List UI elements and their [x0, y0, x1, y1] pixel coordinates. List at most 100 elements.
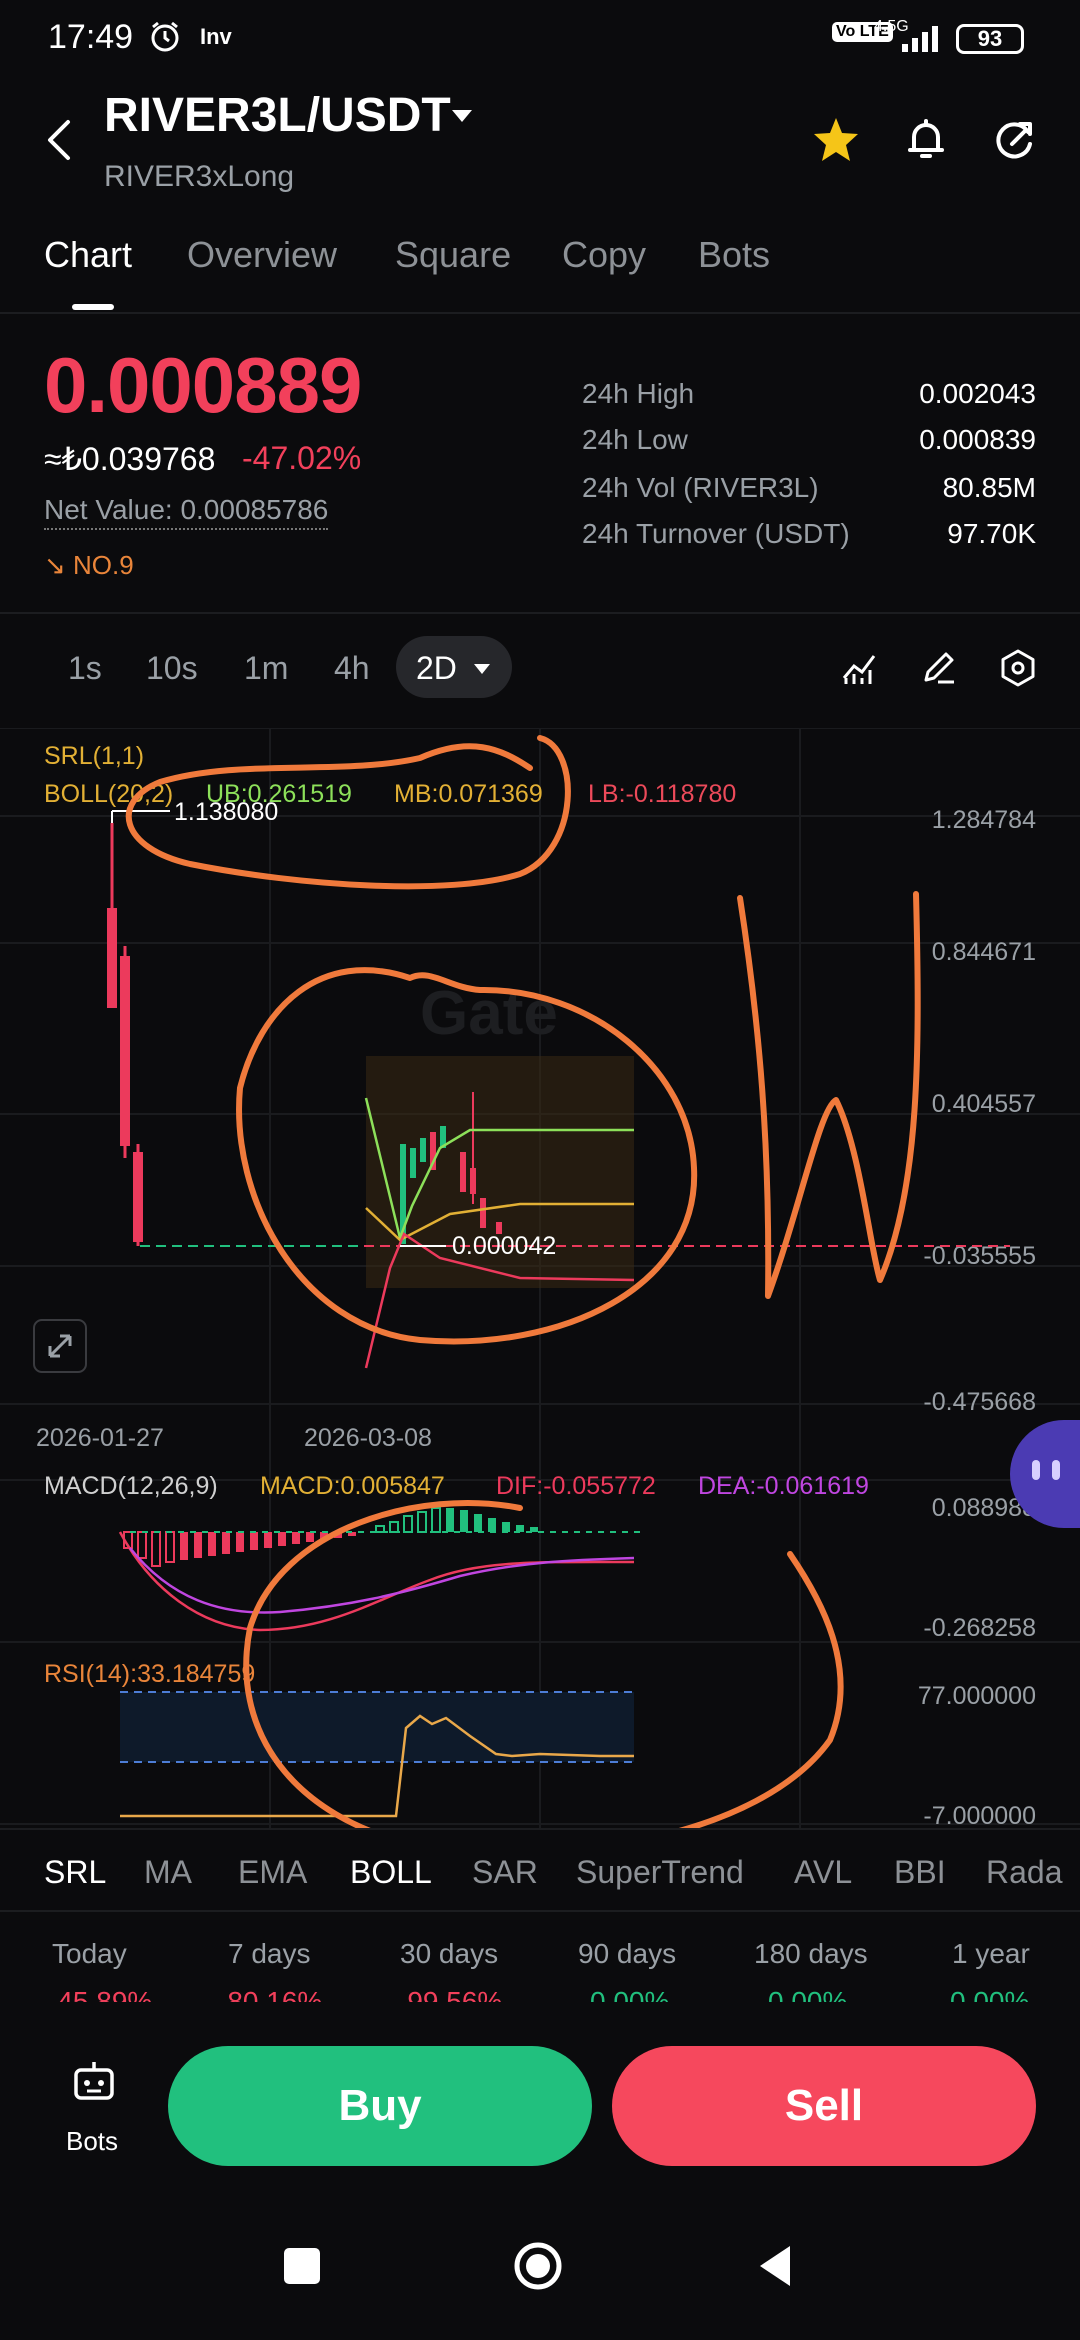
carrier-badge: Inv — [200, 24, 232, 49]
status-bar: 17:49 Inv Vo LTE 4.5G 93 — [0, 0, 1080, 80]
stat-value-volume: 80.85M — [942, 472, 1036, 503]
stat-value-low: 0.000839 — [919, 424, 1036, 455]
macd-tick: -0.268258 — [923, 1614, 1036, 1642]
boll-lb: LB:-0.118780 — [588, 780, 736, 808]
macd-value: MACD:0.005847 — [260, 1472, 445, 1500]
divider — [0, 1828, 1080, 1830]
pair-title[interactable]: RIVER3L/USDT — [104, 88, 451, 143]
stat-label-volume: 24h Vol (RIVER3L) — [582, 472, 819, 503]
battery-indicator: 93 — [956, 24, 1024, 54]
divider — [0, 612, 1080, 614]
rsi-band — [120, 1692, 634, 1762]
period-label: 7 days — [228, 1938, 311, 1969]
indicator-sar[interactable]: SAR — [472, 1854, 538, 1891]
last-price: 0.000889 — [44, 341, 362, 429]
price-change: -47.02% — [242, 440, 362, 476]
net-value[interactable]: Net Value: 0.00085786 — [44, 494, 329, 530]
y-tick: 0.844671 — [932, 938, 1036, 966]
rsi-tick: -7.000000 — [923, 1802, 1036, 1828]
chevron-down-icon[interactable] — [474, 664, 490, 674]
signal-icon — [902, 26, 938, 52]
recents-icon[interactable] — [276, 2240, 328, 2292]
indicator-radar[interactable]: Rada — [986, 1854, 1063, 1891]
indicator-boll[interactable]: BOLL — [350, 1854, 432, 1891]
period-change: -45.89% — [48, 1986, 153, 2002]
period-label: 180 days — [754, 1938, 868, 1969]
rank-label: NO.9 — [73, 550, 134, 580]
buy-button[interactable]: Buy — [168, 2046, 592, 2166]
back-arrow-icon[interactable] — [44, 118, 74, 162]
chat-bubble-dot — [1052, 1460, 1060, 1480]
bots-label[interactable]: Bots — [66, 2126, 118, 2157]
period-label: 90 days — [578, 1938, 677, 1969]
sell-button[interactable]: Sell — [612, 2046, 1036, 2166]
divider — [0, 1910, 1080, 1912]
x-tick: 2026-01-27 — [36, 1424, 164, 1452]
price-chart[interactable]: Gate SRL(1,1) BOLL(20,2) UB:0.261519 MB:… — [0, 728, 1080, 1828]
tab-overview[interactable]: Overview — [187, 234, 337, 276]
rsi-label: RSI(14):33.184759 — [44, 1660, 255, 1688]
last-price-label: 0.000042 — [452, 1232, 556, 1260]
indicator-bbi[interactable]: BBI — [894, 1854, 946, 1891]
period-change: -80.16% — [218, 1986, 323, 2002]
period-label: 1 year — [952, 1938, 1030, 1969]
trend-down-icon: ↘ — [44, 550, 66, 580]
period-change: 0.00% — [590, 1986, 670, 2002]
refresh-icon[interactable] — [986, 112, 1042, 168]
y-tick: 0.404557 — [932, 1090, 1036, 1118]
indicator-srl[interactable]: SRL — [44, 1854, 106, 1891]
period-change: 0.00% — [768, 1986, 848, 2002]
bell-icon[interactable] — [898, 112, 954, 168]
star-icon[interactable] — [808, 112, 864, 168]
dif-value: DIF:-0.055772 — [496, 1472, 656, 1500]
dea-value: DEA:-0.061619 — [698, 1472, 869, 1500]
indicator-supertrend[interactable]: SuperTrend — [576, 1854, 744, 1891]
rsi-tick: 77.000000 — [918, 1682, 1036, 1710]
chat-bubble-dot — [1032, 1460, 1040, 1480]
srl-label: SRL(1,1) — [44, 742, 144, 770]
tab-chart[interactable]: Chart — [44, 234, 132, 276]
interval-10s[interactable]: 10s — [146, 650, 198, 687]
x-tick: 2026-03-08 — [304, 1424, 432, 1452]
status-time: 17:49 — [48, 18, 134, 56]
interval-active[interactable]: 2D — [416, 650, 457, 687]
converted-price: ≈₺0.039768 — [44, 441, 216, 477]
macd-dea-line — [129, 1547, 635, 1614]
pair-subtitle: RIVER3xLong — [104, 160, 295, 193]
chevron-down-icon[interactable] — [452, 110, 472, 122]
tab-copy[interactable]: Copy — [562, 234, 646, 276]
back-nav-icon[interactable] — [750, 2240, 802, 2292]
robot-icon[interactable] — [70, 2058, 118, 2106]
period-label: Today — [52, 1938, 127, 1969]
tab-bots[interactable]: Bots — [698, 234, 770, 276]
expand-icon — [48, 1334, 72, 1358]
interval-1s[interactable]: 1s — [68, 650, 102, 687]
y-tick: 1.284784 — [932, 806, 1036, 834]
stat-label-high: 24h High — [582, 378, 695, 409]
indicator-icon[interactable] — [840, 648, 880, 688]
y-tick: -0.475668 — [923, 1388, 1036, 1416]
period-change: 0.00% — [950, 1986, 1030, 2002]
pencil-icon[interactable] — [918, 648, 958, 688]
indicator-ema[interactable]: EMA — [238, 1854, 307, 1891]
settings-icon[interactable] — [998, 648, 1038, 688]
indicator-avl[interactable]: AVL — [794, 1854, 852, 1891]
stat-value-high: 0.002043 — [919, 378, 1036, 409]
max-price-label: 1.138080 — [174, 798, 278, 826]
rank-badge: ↘ NO.9 — [44, 550, 134, 581]
period-label: 30 days — [400, 1938, 499, 1969]
interval-4h[interactable]: 4h — [334, 650, 370, 687]
period-change: -99.56% — [398, 1986, 503, 2002]
macd-label: MACD(12,26,9) — [44, 1472, 218, 1500]
tab-square[interactable]: Square — [395, 234, 511, 276]
interval-1m[interactable]: 1m — [244, 650, 288, 687]
alarm-icon — [151, 21, 179, 52]
boll-mb: MB:0.071369 — [394, 780, 543, 808]
divider — [0, 312, 1080, 314]
home-icon[interactable] — [512, 2240, 564, 2292]
stat-label-turnover: 24h Turnover (USDT) — [582, 518, 850, 549]
stat-label-low: 24h Low — [582, 424, 688, 455]
indicator-ma[interactable]: MA — [144, 1854, 192, 1891]
stat-value-turnover: 97.70K — [947, 518, 1036, 549]
tab-underline — [72, 304, 114, 310]
